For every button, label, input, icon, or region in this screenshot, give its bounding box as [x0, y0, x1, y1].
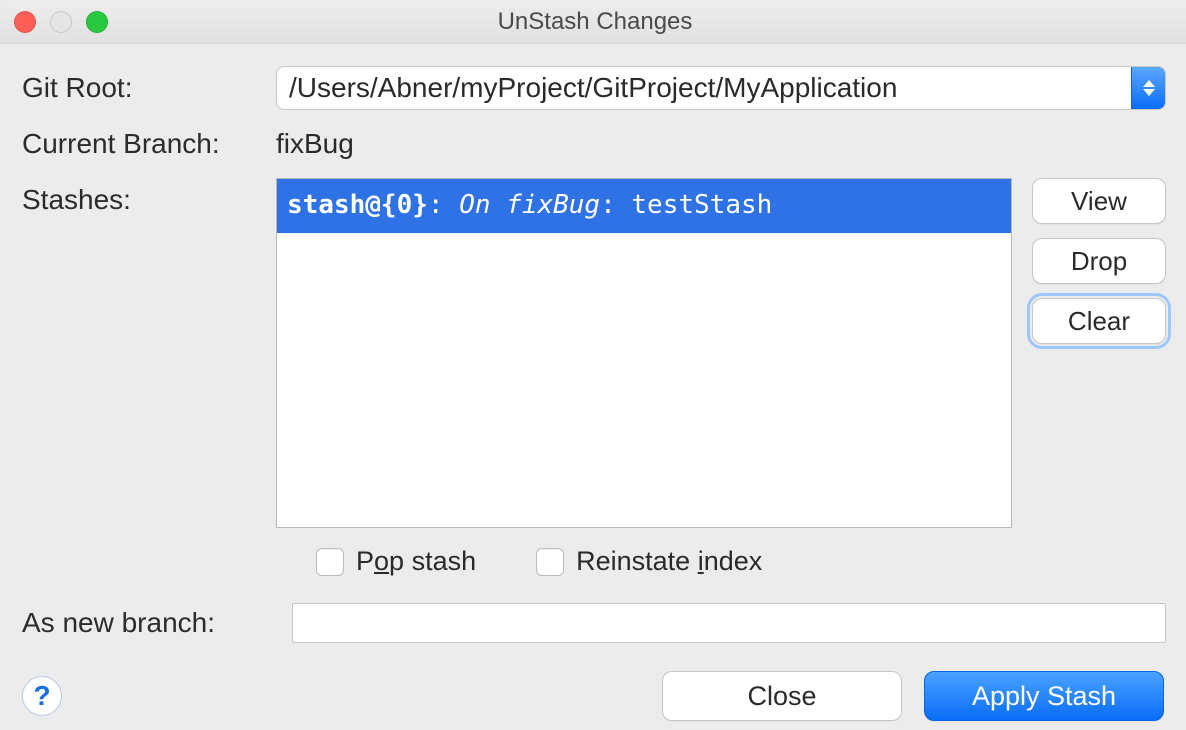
git-root-select[interactable]: /Users/Abner/myProject/GitProject/MyAppl… — [276, 66, 1166, 110]
clear-button[interactable]: Clear — [1032, 298, 1166, 344]
git-root-path: /Users/Abner/myProject/GitProject/MyAppl… — [277, 67, 1131, 109]
apply-stash-button[interactable]: Apply Stash — [924, 671, 1164, 721]
view-button[interactable]: View — [1032, 178, 1166, 224]
options-row: Pop stash Reinstate index — [316, 546, 1166, 577]
pop-stash-label: Pop stash — [356, 546, 476, 577]
git-root-row: Git Root: /Users/Abner/myProject/GitProj… — [22, 66, 1166, 110]
dialog-body: Git Root: /Users/Abner/myProject/GitProj… — [0, 44, 1186, 721]
drop-button[interactable]: Drop — [1032, 238, 1166, 284]
stash-name: stash@{0} — [287, 190, 428, 220]
reinstate-index-checkbox[interactable]: Reinstate index — [536, 546, 762, 577]
stash-action-buttons: View Drop Clear — [1032, 178, 1166, 528]
checkbox-icon — [316, 548, 344, 576]
stash-branch: On fixBug — [459, 190, 600, 220]
new-branch-label: As new branch: — [22, 603, 276, 643]
chevron-updown-icon — [1131, 67, 1165, 109]
titlebar: UnStash Changes — [0, 0, 1186, 44]
close-button[interactable]: Close — [662, 671, 902, 721]
stash-item[interactable]: stash@{0}: On fixBug: testStash — [277, 179, 1011, 233]
current-branch-label: Current Branch: — [22, 122, 276, 166]
new-branch-input[interactable] — [292, 603, 1166, 643]
stash-message: testStash — [631, 190, 772, 220]
reinstate-index-label: Reinstate index — [576, 546, 762, 577]
checkbox-icon — [536, 548, 564, 576]
current-branch-row: Current Branch: fixBug — [22, 122, 1166, 166]
git-root-value: /Users/Abner/myProject/GitProject/MyAppl… — [276, 66, 1166, 110]
stashes-label: Stashes: — [22, 178, 276, 222]
current-branch-value: fixBug — [276, 122, 1166, 166]
stashes-row: Stashes: stash@{0}: On fixBug: testStash… — [22, 178, 1166, 528]
new-branch-row: As new branch: — [22, 603, 1166, 643]
dialog-footer: ? Close Apply Stash — [22, 671, 1166, 721]
stash-list[interactable]: stash@{0}: On fixBug: testStash — [276, 178, 1012, 528]
git-root-label: Git Root: — [22, 66, 276, 110]
help-icon[interactable]: ? — [22, 676, 62, 716]
pop-stash-checkbox[interactable]: Pop stash — [316, 546, 476, 577]
dialog-title: UnStash Changes — [18, 8, 1172, 36]
